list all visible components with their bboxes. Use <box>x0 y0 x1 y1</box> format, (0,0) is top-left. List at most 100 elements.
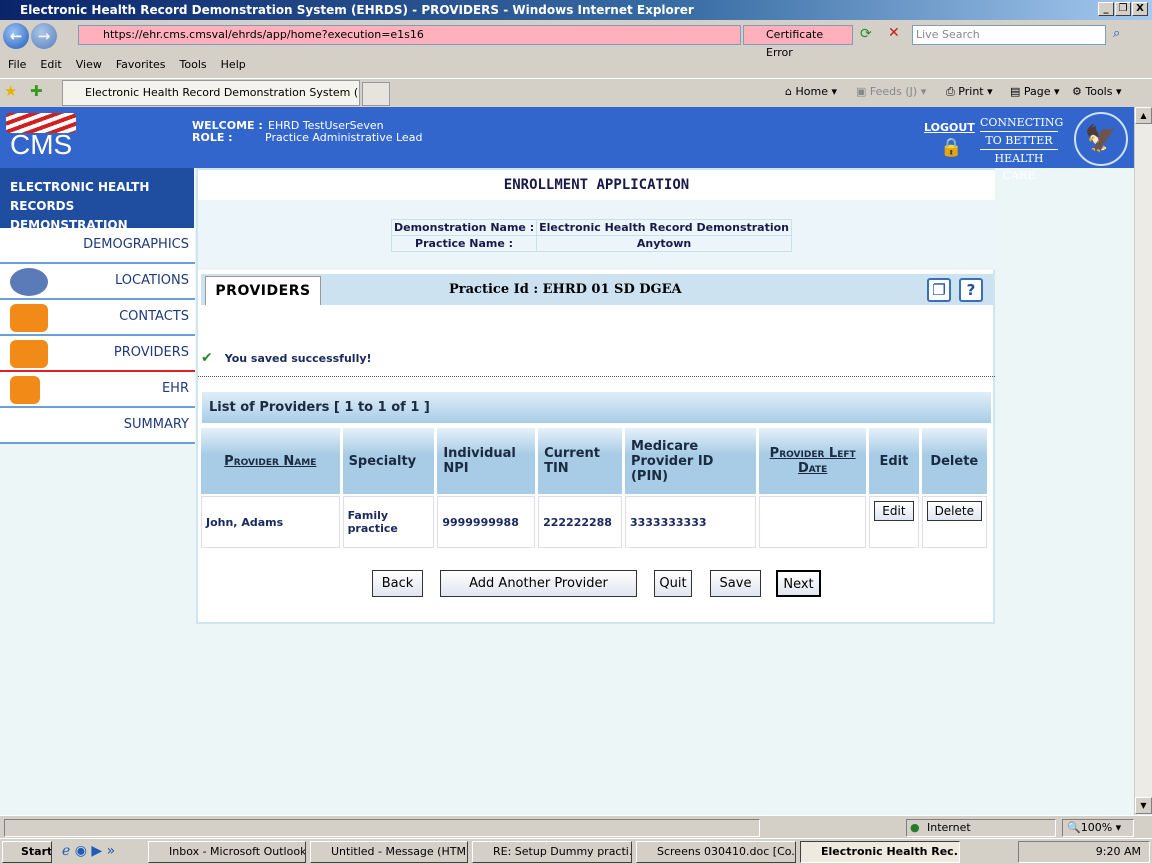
clock: 9:20 AM <box>1095 845 1141 858</box>
search-input[interactable]: Live Search <box>912 25 1106 45</box>
security-zone: Internet <box>906 819 1056 837</box>
ambulance-icon <box>10 340 48 368</box>
col-tin: Current TIN <box>538 428 622 494</box>
table-row: John, Adams Family practice 9999999988 2… <box>201 496 987 548</box>
provider-tin: 222222288 <box>538 496 622 548</box>
menu-view[interactable]: View <box>76 58 102 71</box>
search-icon[interactable]: ⌕ <box>1113 26 1120 41</box>
menu-file[interactable]: File <box>8 58 26 71</box>
col-pin: Medicare Provider ID (PIN) <box>624 428 757 494</box>
address-bar[interactable]: https://ehr.cms.cmsval/ehrds/app/home?ex… <box>78 25 741 45</box>
home-button[interactable]: ⌂ Home ▾ <box>785 84 837 100</box>
forward-icon[interactable]: → <box>31 23 57 49</box>
lock-icon: 🔒 <box>940 137 963 158</box>
add-provider-button[interactable]: Add Another Provider <box>440 570 637 597</box>
provider-pin: 3333333333 <box>624 496 757 548</box>
taskbar-item[interactable]: Untitled - Message (HTML) <box>310 841 468 863</box>
sidebar-item-contacts[interactable]: CONTACTS <box>0 300 195 336</box>
col-specialty: Specialty <box>342 428 435 494</box>
sidebar-item-label: SUMMARY <box>123 417 189 432</box>
sidebar-item-demographics[interactable]: DEMOGRAPHICS <box>0 228 195 264</box>
demo-name-value: Electronic Health Record Demonstration <box>536 219 793 236</box>
stop-icon[interactable]: ✕ <box>888 25 900 41</box>
page-label: Page <box>1023 85 1051 98</box>
sidebar-item-label: EHR <box>161 381 189 396</box>
menu-tools[interactable]: Tools <box>180 58 207 71</box>
tools-button[interactable]: ⚙ Tools ▾ <box>1072 84 1122 100</box>
feeds-button[interactable]: ▣ Feeds (J) ▾ <box>856 84 926 100</box>
restore-button[interactable]: ❐ <box>1115 2 1131 16</box>
browser-tab[interactable]: Electronic Health Record Demonstration S… <box>62 80 360 106</box>
zone-label: Internet <box>927 821 971 834</box>
add-favorite-icon[interactable]: ✚ <box>30 82 43 100</box>
quick-launch-icons[interactable]: ℯ ◉ ▶ » <box>62 843 115 859</box>
sidebar-item-label: DEMOGRAPHICS <box>83 237 189 252</box>
print-label: Print <box>958 85 984 98</box>
scroll-down-icon[interactable]: ▼ <box>1135 797 1152 814</box>
status-bar: Internet ● 🔍100% ▾ <box>0 815 1152 838</box>
taskbar-item[interactable]: Screens 030410.doc [Co... <box>636 841 796 863</box>
quit-button[interactable]: Quit <box>654 570 692 597</box>
back-icon[interactable]: ← <box>3 23 29 49</box>
sidebar-item-locations[interactable]: LOCATIONS <box>0 264 195 300</box>
certificate-error[interactable]: Certificate Error <box>743 25 853 59</box>
delete-button[interactable]: Delete <box>926 501 982 521</box>
page-content: CMS WELCOME : EHRD TestUserSeven ROLE : … <box>0 107 1134 815</box>
practice-name-label: Practice Name : <box>390 235 538 252</box>
taskbar: Start ℯ ◉ ▶ » Inbox - Microsoft Outlook … <box>0 838 1152 864</box>
globe-icon: ● <box>910 821 920 834</box>
favorites-star-icon[interactable]: ★ <box>4 82 17 100</box>
sidebar-item-summary[interactable]: SUMMARY <box>0 408 195 444</box>
sidebar-item-label: PROVIDERS <box>113 345 189 360</box>
home-label: Home <box>795 85 828 98</box>
vertical-scrollbar[interactable]: ▲ ▼ <box>1134 107 1152 815</box>
provider-specialty: Family practice <box>342 496 435 548</box>
sidebar-title: ELECTRONIC HEALTH RECORDS DEMONSTRATION <box>0 168 194 232</box>
window-title: Electronic Health Record Demonstration S… <box>0 0 1152 20</box>
back-button[interactable]: Back <box>372 570 423 597</box>
close-button[interactable]: X <box>1132 2 1148 16</box>
tab-providers[interactable]: PROVIDERS <box>205 276 321 305</box>
menu-edit[interactable]: Edit <box>40 58 61 71</box>
menu-help[interactable]: Help <box>221 58 246 71</box>
tagline-line: CONNECTING <box>980 114 1063 132</box>
provider-name: John, Adams <box>201 496 340 548</box>
taskbar-item[interactable]: RE: Setup Dummy practi... <box>472 841 632 863</box>
practice-name-value: Anytown <box>536 235 793 252</box>
start-button[interactable]: Start <box>2 841 52 863</box>
provider-left-date <box>759 496 867 548</box>
print-button[interactable]: ⎙ Print ▾ <box>946 84 993 100</box>
sidebar-item-label: CONTACTS <box>119 309 189 324</box>
globe-icon <box>10 268 48 296</box>
next-button[interactable]: Next <box>776 570 821 597</box>
new-tab-button[interactable] <box>362 82 390 106</box>
ehr-icon <box>10 376 40 404</box>
minimize-button[interactable]: _ <box>1098 2 1114 16</box>
taskbar-item[interactable]: Inbox - Microsoft Outlook <box>148 841 306 863</box>
demonstration-table: Demonstration Name : Electronic Health Re… <box>390 219 793 252</box>
page-title: ENROLLMENT APPLICATION <box>198 170 995 200</box>
divider <box>198 376 995 377</box>
help-icon[interactable]: ? <box>959 278 983 302</box>
sort-provider-left-date[interactable]: Provider Left Date <box>770 446 856 476</box>
scroll-up-icon[interactable]: ▲ <box>1135 107 1152 124</box>
menu-bar: File Edit View Favorites Tools Help <box>0 54 1152 76</box>
refresh-icon[interactable]: ⟳ <box>860 26 872 42</box>
sidebar-item-providers[interactable]: PROVIDERS <box>0 336 195 372</box>
copy-icon[interactable]: ❐ <box>927 278 951 302</box>
site-header: CMS WELCOME : EHRD TestUserSeven ROLE : … <box>0 107 1134 182</box>
save-button[interactable]: Save <box>710 570 761 597</box>
edit-button[interactable]: Edit <box>874 501 914 521</box>
role-label: ROLE : <box>192 131 233 144</box>
demonstration-info: Demonstration Name : Electronic Health Re… <box>198 200 995 270</box>
list-title: List of Providers [ 1 to 1 of 1 ] <box>202 392 991 423</box>
page-button[interactable]: ▤ Page ▾ <box>1010 84 1060 100</box>
taskbar-item-active[interactable]: Electronic Health Rec... <box>800 841 960 863</box>
zoom-control[interactable]: 🔍100% ▾ <box>1062 819 1134 837</box>
sort-provider-name[interactable]: Provider Name <box>224 454 316 469</box>
menu-favorites[interactable]: Favorites <box>116 58 166 71</box>
checkmark-icon: ✔ <box>201 350 213 366</box>
logout-link[interactable]: LOGOUT <box>924 121 975 134</box>
sidebar-item-ehr[interactable]: EHR <box>0 372 195 408</box>
col-npi: Individual NPI <box>437 428 536 494</box>
